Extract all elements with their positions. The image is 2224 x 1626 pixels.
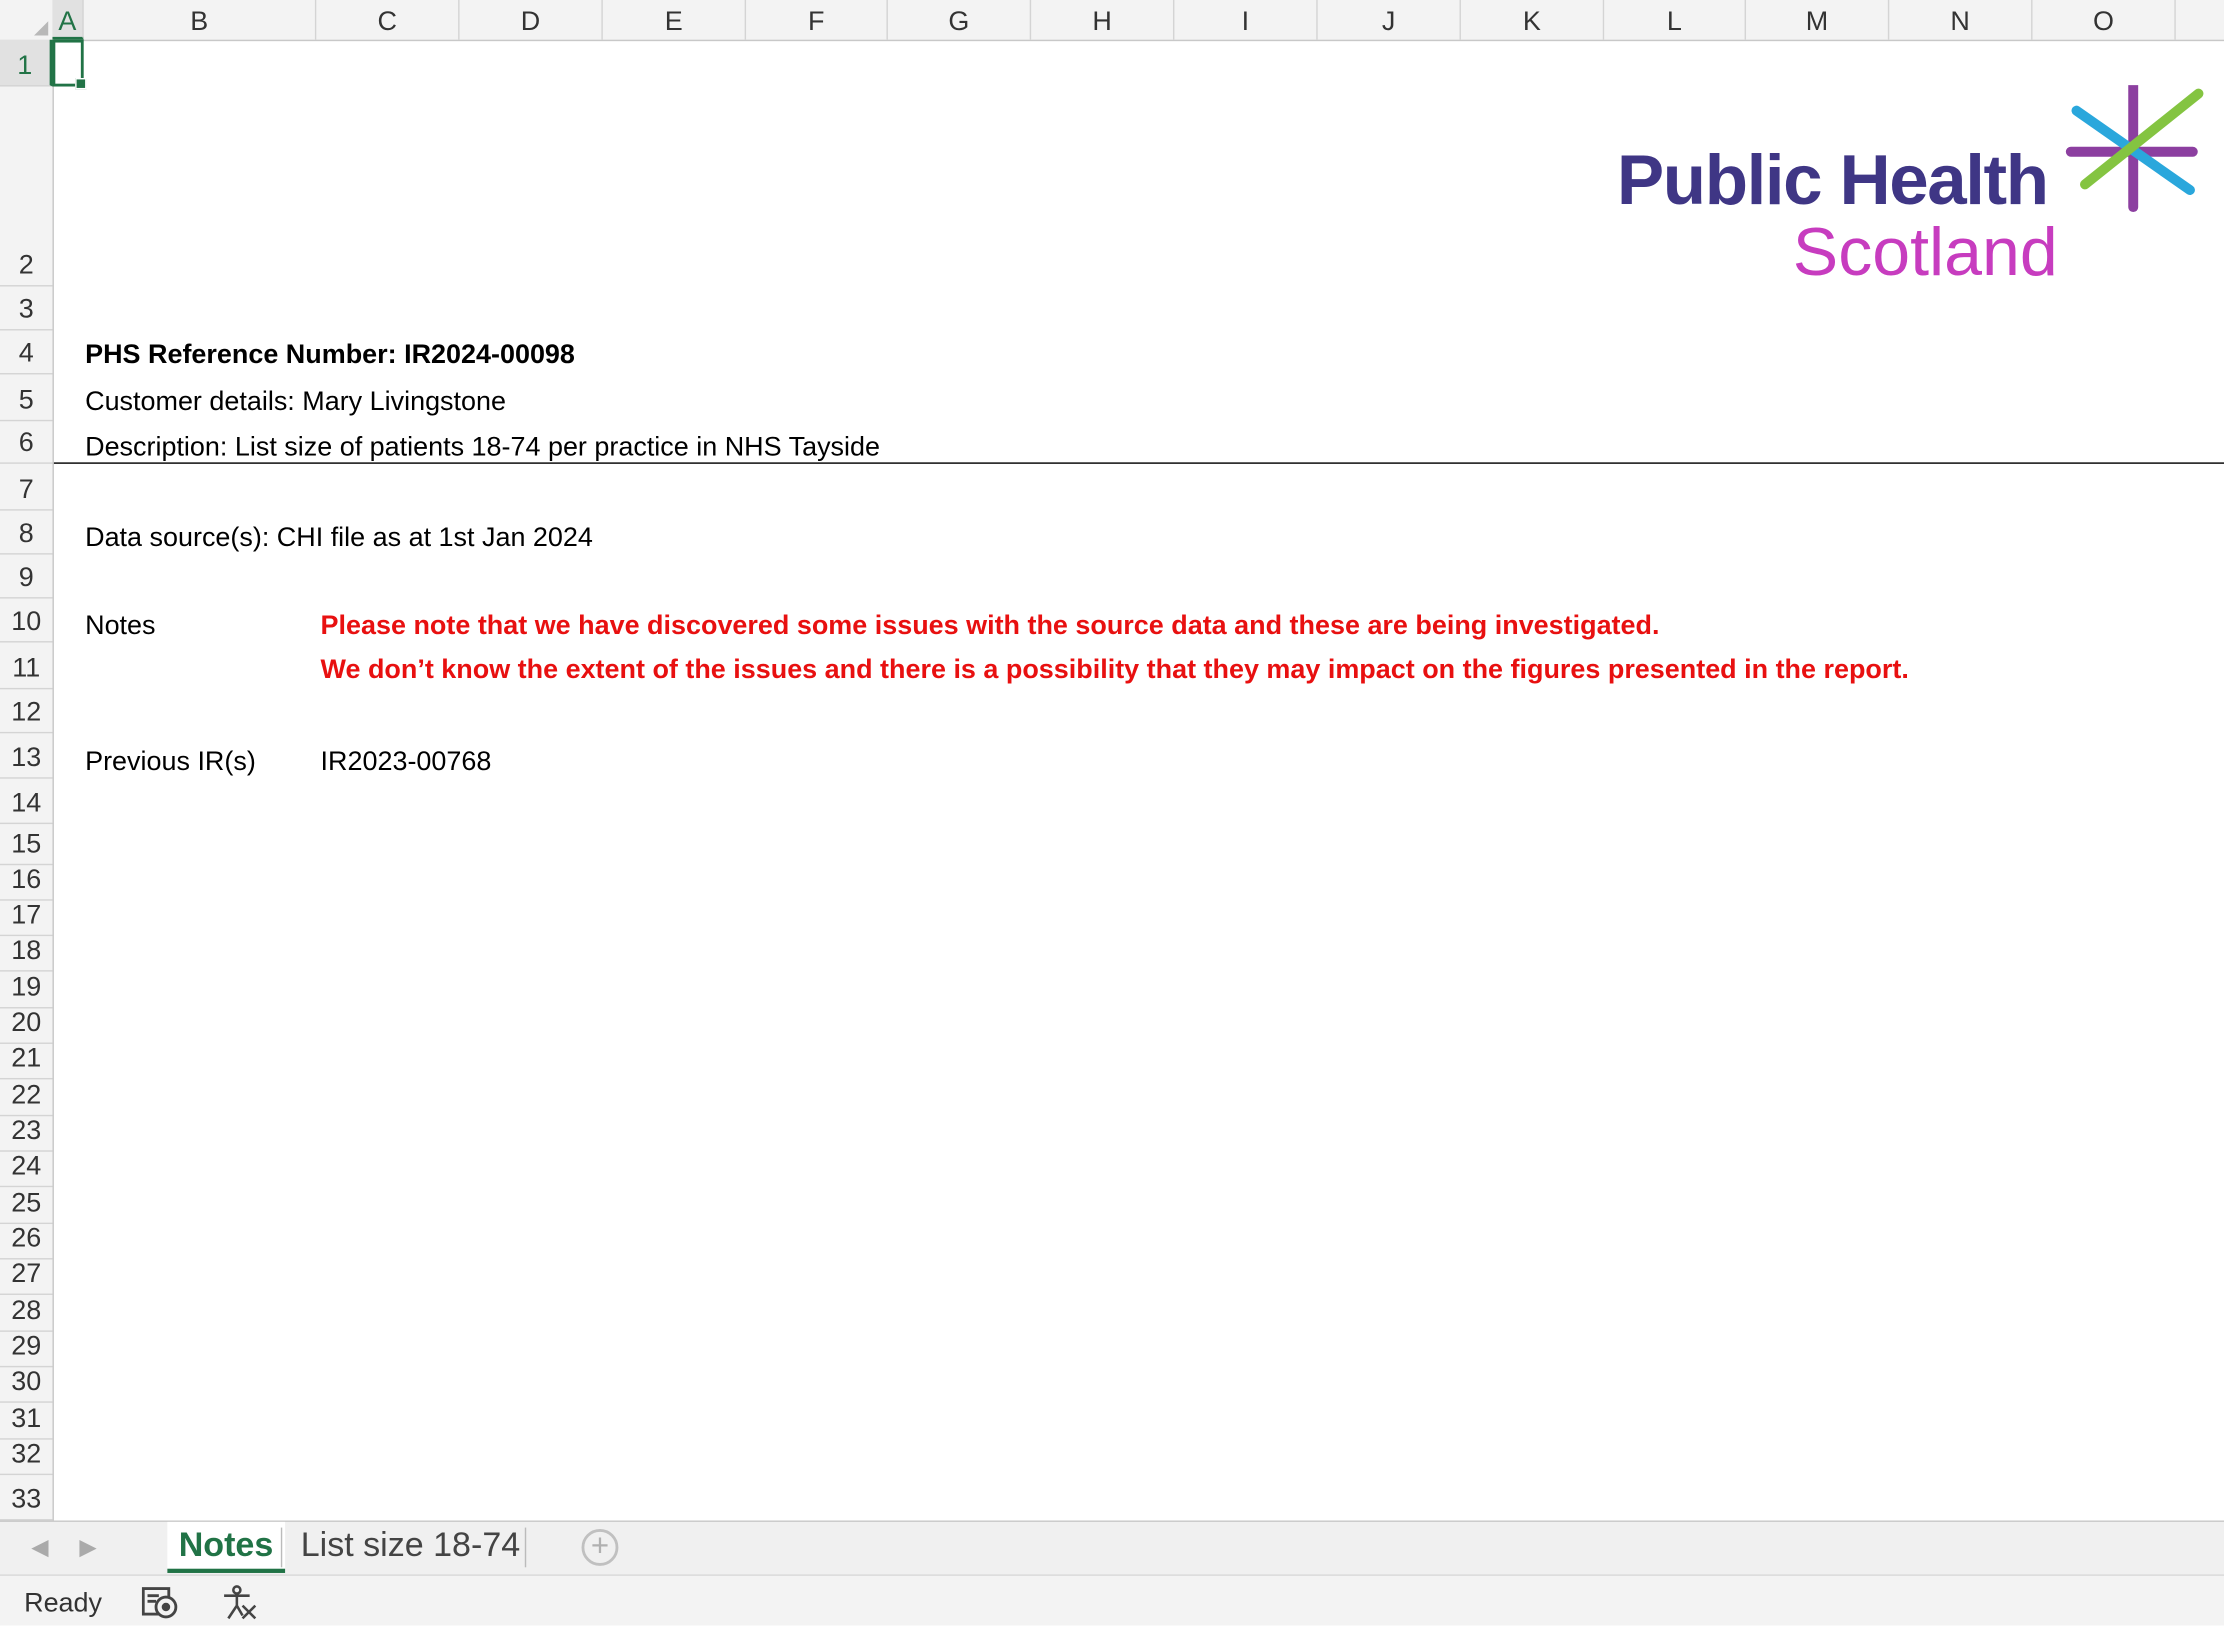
row-header-18[interactable]: 18 <box>0 936 53 972</box>
row-header-13[interactable]: 13 <box>0 733 53 779</box>
column-header-f[interactable]: F <box>746 0 888 40</box>
column-header-o[interactable]: O <box>2033 0 2176 40</box>
row-header-31[interactable]: 31 <box>0 1403 53 1440</box>
status-ready: Ready <box>24 1588 103 1619</box>
cell-b8-data-source[interactable]: Data source(s): CHI file as at 1st Jan 2… <box>85 523 593 554</box>
column-header-j[interactable]: J <box>1318 0 1461 40</box>
column-header-n[interactable]: N <box>1889 0 2033 40</box>
column-header-bar: A B C D E F G H I J K L M N O <box>0 0 2224 42</box>
row-header-4[interactable]: 4 <box>0 330 53 375</box>
column-header-a[interactable]: A <box>52 0 84 40</box>
column-header-l[interactable]: L <box>1604 0 1747 40</box>
public-health-scotland-logo: Public Health Scotland <box>1617 85 2204 284</box>
row-header-26[interactable]: 26 <box>0 1224 53 1260</box>
row-header-bar: 1 2 3 4 5 6 7 8 9 10 11 12 13 14 15 16 1… <box>0 39 54 1521</box>
row-header-5[interactable]: 5 <box>0 374 53 422</box>
cell-b4-reference-number[interactable]: PHS Reference Number: IR2024-00098 <box>85 340 575 371</box>
column-header-k[interactable]: K <box>1461 0 1605 40</box>
column-header-h[interactable]: H <box>1031 0 1175 40</box>
row-header-2[interactable]: 2 <box>0 87 53 287</box>
add-sheet-icon[interactable]: + <box>581 1528 619 1566</box>
column-header-b[interactable]: B <box>84 0 317 40</box>
select-all-corner[interactable] <box>0 0 54 40</box>
row-header-10[interactable]: 10 <box>0 599 53 643</box>
row-header-15[interactable]: 15 <box>0 824 53 866</box>
tab-divider <box>524 1527 527 1568</box>
row-header-17[interactable]: 17 <box>0 901 53 937</box>
status-bar: Ready <box>0 1574 2224 1626</box>
row-header-19[interactable]: 19 <box>0 972 53 1009</box>
accessibility-icon[interactable] <box>220 1584 257 1621</box>
cell-c13-previous-ir-value[interactable]: IR2023-00768 <box>321 747 492 778</box>
logo-line-1: Public Health <box>1617 141 2048 220</box>
row-header-23[interactable]: 23 <box>0 1116 53 1152</box>
tab-scroll-right-icon[interactable]: ▶ <box>79 1533 96 1561</box>
fill-handle[interactable] <box>75 78 87 90</box>
cell-c10-note-1[interactable]: Please note that we have discovered some… <box>321 611 1660 642</box>
row-header-20[interactable]: 20 <box>0 1008 53 1044</box>
column-header-e[interactable]: E <box>603 0 747 40</box>
row-header-11[interactable]: 11 <box>0 643 53 690</box>
row-header-12[interactable]: 12 <box>0 689 53 734</box>
tab-divider <box>280 1527 283 1568</box>
column-header-m[interactable]: M <box>1746 0 1890 40</box>
cell-c11-note-2[interactable]: We don’t know the extent of the issues a… <box>321 655 1909 686</box>
tab-scroll-left-icon[interactable]: ◀ <box>31 1533 48 1561</box>
column-header-g[interactable]: G <box>888 0 1032 40</box>
row-header-25[interactable]: 25 <box>0 1187 53 1225</box>
row-header-3[interactable]: 3 <box>0 287 53 331</box>
cell-b10-notes-label[interactable]: Notes <box>85 611 155 642</box>
row-header-6[interactable]: 6 <box>0 421 53 464</box>
row-header-7[interactable]: 7 <box>0 464 53 511</box>
row-header-24[interactable]: 24 <box>0 1152 53 1188</box>
row-header-30[interactable]: 30 <box>0 1367 53 1403</box>
column-header-c[interactable]: C <box>316 0 460 40</box>
tab-list-size[interactable]: List size 18-74 <box>289 1522 531 1573</box>
row-header-1[interactable]: 1 <box>0 39 53 87</box>
cell-b13-previous-ir-label[interactable]: Previous IR(s) <box>85 747 256 778</box>
row-header-28[interactable]: 28 <box>0 1295 53 1332</box>
row6-bottom-border <box>53 462 2224 464</box>
macro-record-icon[interactable] <box>141 1586 179 1620</box>
row-header-33[interactable]: 33 <box>0 1475 53 1521</box>
row-header-9[interactable]: 9 <box>0 555 53 599</box>
row-header-32[interactable]: 32 <box>0 1440 53 1476</box>
row-header-21[interactable]: 21 <box>0 1044 53 1080</box>
excel-window: A B C D E F G H I J K L M N O 1 2 3 4 5 … <box>0 0 2224 1626</box>
logo-line-2: Scotland <box>1793 214 2058 284</box>
column-header-d[interactable]: D <box>460 0 603 40</box>
cell-b6-description[interactable]: Description: List size of patients 18-74… <box>85 433 880 464</box>
row-header-8[interactable]: 8 <box>0 511 53 555</box>
active-cell-a1[interactable] <box>52 39 87 90</box>
row-header-29[interactable]: 29 <box>0 1332 53 1368</box>
column-header-i[interactable]: I <box>1174 0 1318 40</box>
row-header-22[interactable]: 22 <box>0 1079 53 1117</box>
row-header-14[interactable]: 14 <box>0 779 53 825</box>
row-header-27[interactable]: 27 <box>0 1260 53 1295</box>
cell-b5-customer-details[interactable]: Customer details: Mary Livingstone <box>85 387 506 418</box>
row-header-16[interactable]: 16 <box>0 865 53 901</box>
tab-notes[interactable]: Notes <box>167 1521 285 1573</box>
sheet-tab-bar: ◀ ▶ Notes List size 18-74 + <box>0 1520 2224 1576</box>
logo-star-icon <box>2065 85 2204 213</box>
